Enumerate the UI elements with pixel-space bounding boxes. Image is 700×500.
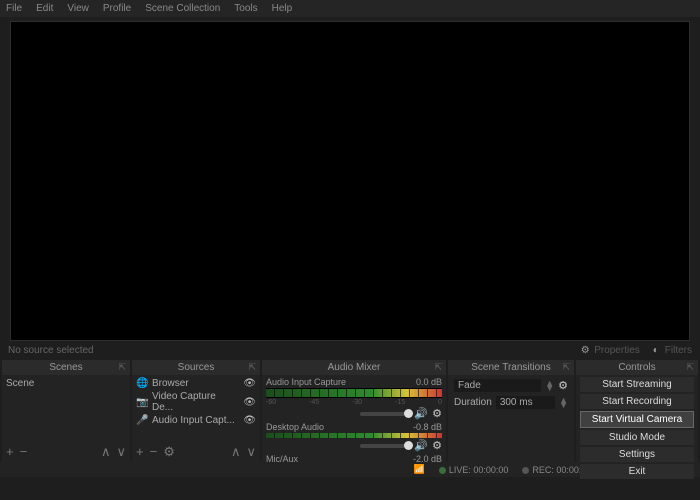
volume-slider[interactable] (360, 412, 410, 416)
menu-view[interactable]: View (67, 3, 89, 14)
gear-icon: ⚙ (579, 345, 591, 356)
channel-name: Desktop Audio (266, 422, 324, 432)
sources-header: Sources ⇱ (132, 360, 260, 375)
source-label: Video Capture De... (152, 391, 239, 413)
spin-buttons[interactable]: ▲▼ (545, 381, 554, 391)
camera-icon: 📷 (136, 397, 148, 408)
settings-button[interactable]: Settings (580, 447, 694, 462)
remove-source-button[interactable]: − (150, 444, 158, 460)
sources-title: Sources (178, 362, 215, 373)
transitions-title: Scene Transitions (471, 362, 551, 373)
source-item-video[interactable]: 📷 Video Capture De... 👁 (136, 390, 256, 414)
eye-icon[interactable]: 👁 (243, 378, 256, 389)
mixer-channel-desktop: Desktop Audio -0.8 dB 🔊 ⚙ (266, 422, 442, 452)
eye-icon[interactable]: 👁 (243, 415, 256, 426)
eye-icon[interactable]: 👁 (243, 397, 256, 408)
channel-db: -0.8 dB (413, 422, 442, 432)
filters-label: Filters (665, 345, 692, 356)
start-streaming-button[interactable]: Start Streaming (580, 377, 694, 392)
menu-tools[interactable]: Tools (234, 3, 257, 14)
spin-buttons[interactable]: ▲▼ (559, 398, 568, 408)
gear-icon[interactable]: ⚙ (432, 439, 442, 452)
menubar: File Edit View Profile Scene Collection … (0, 0, 700, 17)
duration-input[interactable]: 300 ms (496, 396, 555, 409)
filters-icon: ◐ (650, 345, 662, 356)
transition-select[interactable]: Fade (454, 379, 541, 392)
sources-controls: + − ⚙ ∧ ∨ (132, 442, 260, 462)
source-up-button[interactable]: ∧ (231, 444, 241, 460)
scene-down-button[interactable]: ∨ (116, 444, 126, 460)
scene-item[interactable]: Scene (6, 377, 126, 390)
volume-slider[interactable] (360, 444, 410, 448)
gear-icon[interactable]: ⚙ (558, 379, 568, 392)
popout-icon[interactable]: ⇱ (118, 362, 126, 373)
docks: Scenes ⇱ Scene + − ∧ ∨ Sources ⇱ 🌐 Brows… (0, 360, 700, 462)
menu-profile[interactable]: Profile (103, 3, 131, 14)
channel-name: Mic/Aux (266, 454, 298, 462)
source-item-audio[interactable]: 🎤 Audio Input Capt... 👁 (136, 414, 256, 427)
start-virtual-camera-button[interactable]: Start Virtual Camera (580, 411, 694, 428)
vu-meter (266, 388, 442, 398)
channel-db: -2.0 dB (413, 454, 442, 462)
browser-icon: 🌐 (136, 378, 148, 389)
rec-indicator (522, 467, 529, 474)
db-ruler: -60 -45 -30 -15 0 (266, 399, 442, 406)
filters-button[interactable]: ◐ Filters (650, 345, 692, 356)
sources-panel: Sources ⇱ 🌐 Browser 👁 📷 Video Capture De… (132, 360, 260, 462)
mixer-channel-audio-input: Audio Input Capture 0.0 dB -60 -45 -30 -… (266, 377, 442, 420)
menu-help[interactable]: Help (272, 3, 293, 14)
controls-header: Controls ⇱ (576, 360, 698, 375)
properties-button[interactable]: ⚙ Properties (579, 345, 640, 356)
mic-icon: 🎤 (136, 415, 148, 426)
source-status: No source selected (8, 345, 569, 356)
transitions-header: Scene Transitions ⇱ (448, 360, 574, 375)
speaker-icon[interactable]: 🔊 (414, 407, 428, 420)
live-indicator (439, 467, 446, 474)
mixer-header: Audio Mixer ⇱ (262, 360, 446, 375)
menu-scene-collection[interactable]: Scene Collection (145, 3, 220, 14)
add-source-button[interactable]: + (136, 444, 144, 460)
controls-panel: Controls ⇱ Start Streaming Start Recordi… (576, 360, 698, 462)
speaker-icon[interactable]: 🔊 (414, 439, 428, 452)
mixer-panel: Audio Mixer ⇱ Audio Input Capture 0.0 dB… (262, 360, 446, 462)
scenes-panel: Scenes ⇱ Scene + − ∧ ∨ (2, 360, 130, 462)
live-time: LIVE: 00:00:00 (449, 465, 509, 475)
menu-file[interactable]: File (6, 3, 22, 14)
preview-canvas[interactable] (10, 21, 690, 341)
channel-name: Audio Input Capture (266, 377, 346, 387)
scenes-header: Scenes ⇱ (2, 360, 130, 375)
vu-meter (266, 433, 442, 438)
channel-db: 0.0 dB (416, 377, 442, 387)
exit-button[interactable]: Exit (580, 464, 694, 479)
mixer-channel-micaux: Mic/Aux -2.0 dB (266, 454, 442, 462)
source-settings-button[interactable]: ⚙ (163, 444, 175, 460)
connection-icon: 📶 (414, 464, 425, 475)
scene-label: Scene (6, 378, 34, 389)
transitions-panel: Scene Transitions ⇱ Fade ▲▼ ⚙ Duration 3… (448, 360, 574, 462)
popout-icon[interactable]: ⇱ (686, 362, 694, 373)
menu-edit[interactable]: Edit (36, 3, 53, 14)
controls-title: Controls (618, 362, 655, 373)
gear-icon[interactable]: ⚙ (432, 407, 442, 420)
scenes-title: Scenes (49, 362, 82, 373)
source-down-button[interactable]: ∨ (246, 444, 256, 460)
start-recording-button[interactable]: Start Recording (580, 394, 694, 409)
scenes-controls: + − ∧ ∨ (2, 442, 130, 462)
duration-label: Duration (454, 397, 492, 408)
properties-label: Properties (594, 345, 640, 356)
source-label: Browser (152, 378, 189, 389)
add-scene-button[interactable]: + (6, 444, 14, 460)
scene-up-button[interactable]: ∧ (101, 444, 111, 460)
popout-icon[interactable]: ⇱ (562, 362, 570, 373)
source-label: Audio Input Capt... (152, 415, 235, 426)
popout-icon[interactable]: ⇱ (248, 362, 256, 373)
studio-mode-button[interactable]: Studio Mode (580, 430, 694, 445)
mixer-title: Audio Mixer (328, 362, 381, 373)
source-toolbar: No source selected ⚙ Properties ◐ Filter… (0, 341, 700, 360)
source-item-browser[interactable]: 🌐 Browser 👁 (136, 377, 256, 390)
popout-icon[interactable]: ⇱ (434, 362, 442, 373)
remove-scene-button[interactable]: − (20, 444, 28, 460)
